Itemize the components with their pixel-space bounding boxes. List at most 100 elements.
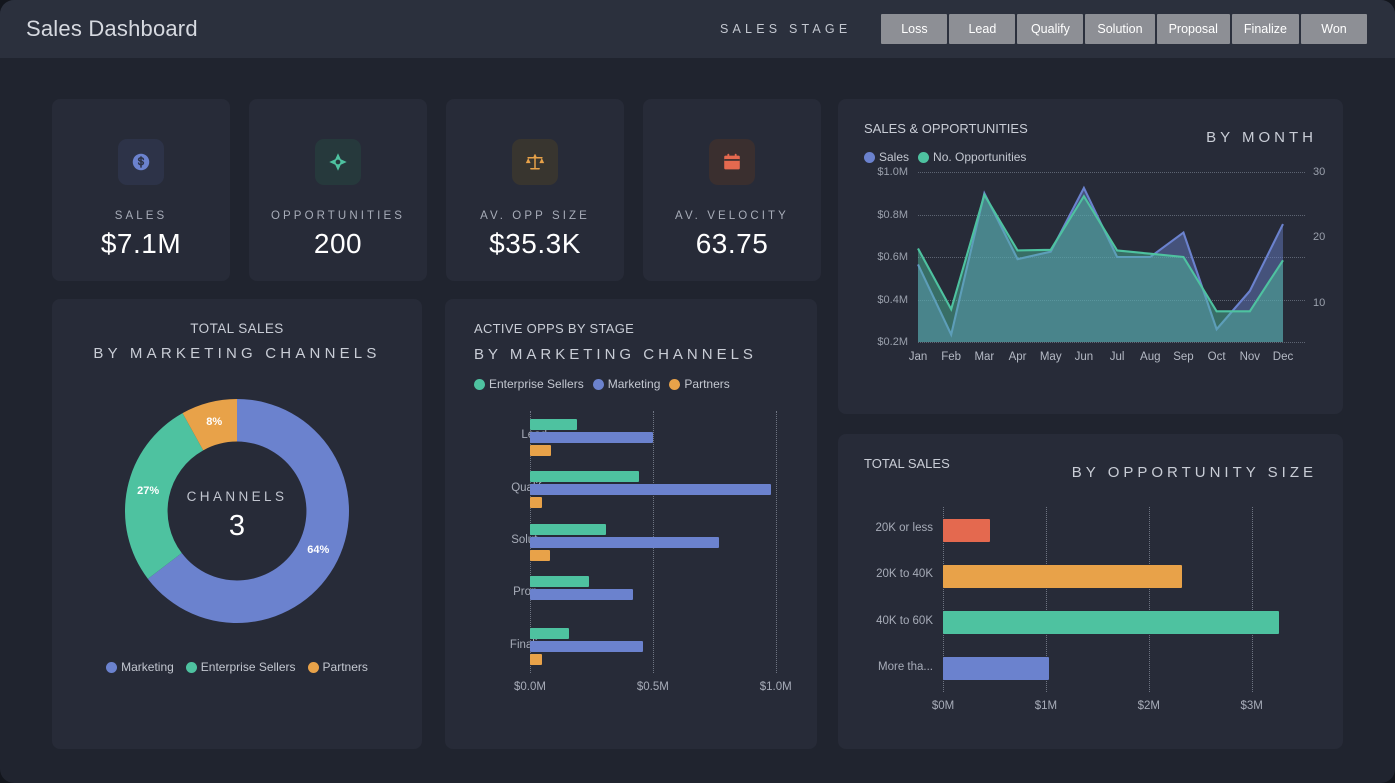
legend-color-dot xyxy=(593,379,604,390)
category-label: 20K or less xyxy=(875,522,933,534)
donut-legend-item[interactable]: Enterprise Sellers xyxy=(186,660,296,674)
kpi-label: SALES xyxy=(115,210,168,222)
dashboard-app: Sales Dashboard SALES STAGE LossLeadQual… xyxy=(0,0,1395,783)
calendar-icon xyxy=(709,139,755,185)
bar-segment[interactable] xyxy=(530,641,643,652)
stage-button-lead[interactable]: Lead xyxy=(949,14,1015,44)
sales-stage-filter-group: LossLeadQualifySolutionProposalFinalizeW… xyxy=(881,14,1367,44)
stage-button-solution[interactable]: Solution xyxy=(1085,14,1154,44)
legend-label: Enterprise Sellers xyxy=(201,660,296,674)
bar[interactable] xyxy=(943,611,1279,634)
bar-segment[interactable] xyxy=(530,628,569,639)
bar[interactable] xyxy=(943,519,990,542)
bar-segment[interactable] xyxy=(530,589,633,600)
legend-label: Marketing xyxy=(121,660,174,674)
bar-segment[interactable] xyxy=(530,445,551,456)
category-label: 40K to 60K xyxy=(876,615,933,627)
sales-opportunities-by-month-card: SALES & OPPORTUNITIES BY MONTH SalesNo. … xyxy=(838,99,1343,414)
category-label: 20K to 40K xyxy=(876,568,933,580)
kpi-card-opportunities[interactable]: OPPORTUNITIES 200 xyxy=(249,99,427,281)
opps-legend-item[interactable]: Enterprise Sellers xyxy=(474,377,584,391)
x-axis-tick-label: $1M xyxy=(1035,700,1057,712)
stage-button-finalize[interactable]: Finalize xyxy=(1232,14,1299,44)
opps-legend-item[interactable]: Partners xyxy=(669,377,729,391)
legend-color-dot xyxy=(474,379,485,390)
legend-color-dot xyxy=(669,379,680,390)
bar-segment[interactable] xyxy=(530,432,653,443)
bar[interactable] xyxy=(943,657,1049,680)
legend-color-dot xyxy=(186,662,197,673)
stage-button-proposal[interactable]: Proposal xyxy=(1157,14,1230,44)
area-fill xyxy=(918,195,1283,342)
legend-label: Marketing xyxy=(608,377,661,391)
opps-legend-item[interactable]: Marketing xyxy=(593,377,661,391)
donut-slice-value-label: 27% xyxy=(134,485,162,497)
x-axis-tick-label: $1.0M xyxy=(760,681,792,693)
donut-legend: Marketing Enterprise Sellers Partners xyxy=(52,660,422,674)
line-legend-item[interactable]: No. Opportunities xyxy=(918,150,1026,164)
bar-segment[interactable] xyxy=(530,654,542,665)
bar-segment[interactable] xyxy=(530,524,606,535)
legend-color-dot xyxy=(106,662,117,673)
x-axis-tick-label: $0M xyxy=(932,700,954,712)
bar-segment[interactable] xyxy=(530,576,589,587)
gridline xyxy=(1252,507,1253,692)
donut-center-value: 3 xyxy=(114,510,360,543)
donut-slice-value-label: 64% xyxy=(304,544,332,556)
kpi-card-sales[interactable]: SALES $7.1M xyxy=(52,99,230,281)
horizontal-bar-chart[interactable]: $0M $1M $2M $3M 20K or less 20K to 40K 40K to … xyxy=(838,501,1343,751)
legend-label: Sales xyxy=(879,150,909,164)
legend-label: No. Opportunities xyxy=(933,150,1026,164)
card-subtitle: BY OPPORTUNITY SIZE xyxy=(1072,464,1317,481)
total-sales-by-channel-card: TOTAL SALES BY MARKETING CHANNELS CHANNE… xyxy=(52,299,422,749)
page-title: Sales Dashboard xyxy=(26,16,198,42)
legend-color-dot xyxy=(308,662,319,673)
card-subtitle: BY MONTH xyxy=(1206,129,1317,146)
legend-color-dot xyxy=(918,152,929,163)
bar-segment[interactable] xyxy=(530,497,542,508)
bar-segment[interactable] xyxy=(530,537,719,548)
card-title: TOTAL SALES xyxy=(52,321,422,336)
kpi-label: AV. OPP SIZE xyxy=(480,210,590,222)
kpi-label: OPPORTUNITIES xyxy=(271,210,405,222)
bar-segment[interactable] xyxy=(530,550,550,561)
sales-stage-label: SALES STAGE xyxy=(720,22,851,36)
stage-button-qualify[interactable]: Qualify xyxy=(1017,14,1083,44)
area-chart-legend: Sales No. Opportunities xyxy=(864,150,1343,164)
donut-slice-value-label: 8% xyxy=(200,416,228,428)
dollar-circle-icon xyxy=(118,139,164,185)
app-header: Sales Dashboard SALES STAGE LossLeadQual… xyxy=(0,0,1395,58)
legend-label: Enterprise Sellers xyxy=(489,377,584,391)
donut-legend-item[interactable]: Partners xyxy=(308,660,368,674)
bar-segment[interactable] xyxy=(530,419,577,430)
donut-chart[interactable]: CHANNELS 3 64%27%8% xyxy=(114,388,360,634)
kpi-card-av-opp-size[interactable]: AV. OPP SIZE $35.3K xyxy=(446,99,624,281)
kpi-label: AV. VELOCITY xyxy=(675,210,789,222)
gridline xyxy=(1149,507,1150,692)
bar-segment[interactable] xyxy=(530,484,771,495)
x-axis-tick-label: $2M xyxy=(1138,700,1160,712)
stage-button-loss[interactable]: Loss xyxy=(881,14,947,44)
grouped-bar-chart[interactable]: $0.0M$0.5M$1.0MLeadQualifySolut...Prop..… xyxy=(445,403,817,703)
grouped-bar-legend: Enterprise Sellers Marketing Partners xyxy=(474,377,817,391)
legend-label: Partners xyxy=(684,377,729,391)
legend-label: Partners xyxy=(323,660,368,674)
bar-segment[interactable] xyxy=(530,471,639,482)
x-axis-tick-label: $0.0M xyxy=(514,681,546,693)
gridline xyxy=(776,411,777,673)
target-icon xyxy=(315,139,361,185)
category-label: More tha... xyxy=(878,661,933,673)
x-axis-tick-label: $3M xyxy=(1241,700,1263,712)
area-chart-svg xyxy=(838,164,1343,364)
donut-legend-item[interactable]: Marketing xyxy=(106,660,174,674)
card-title: ACTIVE OPPS BY STAGE xyxy=(474,321,817,336)
kpi-value: 200 xyxy=(314,228,362,260)
card-subtitle: BY MARKETING CHANNELS xyxy=(52,345,422,362)
area-chart[interactable]: $0.2M$0.4M$0.6M$0.8M$1.0M102030JanFebMar… xyxy=(838,164,1343,379)
x-axis-tick-label: $0.5M xyxy=(637,681,669,693)
card-subtitle: BY MARKETING CHANNELS xyxy=(474,346,817,363)
stage-button-won[interactable]: Won xyxy=(1301,14,1367,44)
kpi-card-av-velocity[interactable]: AV. VELOCITY 63.75 xyxy=(643,99,821,281)
line-legend-item[interactable]: Sales xyxy=(864,150,909,164)
bar[interactable] xyxy=(943,565,1182,588)
